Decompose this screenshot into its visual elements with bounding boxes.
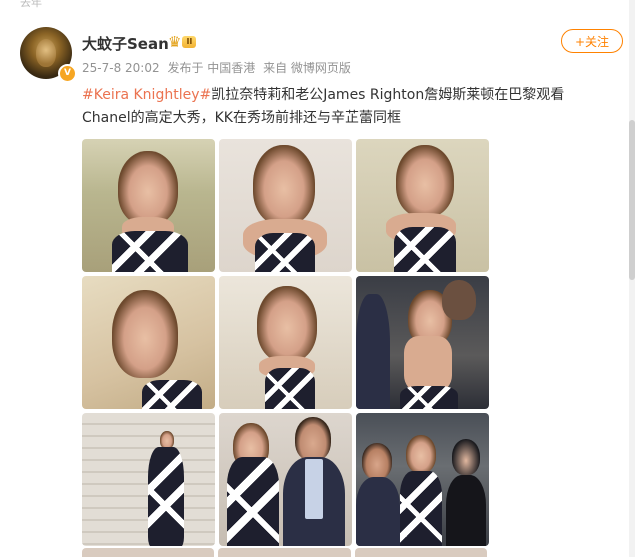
photo-6[interactable] — [356, 276, 489, 409]
topic-link[interactable]: #Keira Knightley# — [82, 87, 211, 103]
photo-3[interactable] — [356, 139, 489, 272]
photo-grid — [82, 139, 489, 546]
photo-4[interactable] — [82, 276, 215, 409]
level-badge: II — [182, 36, 197, 48]
photo-7[interactable] — [82, 413, 215, 546]
scrollbar-thumb[interactable] — [629, 120, 635, 280]
follow-button[interactable]: +关注 — [561, 29, 623, 53]
photo-9[interactable] — [356, 413, 489, 546]
next-photo-row — [82, 548, 487, 557]
post-time[interactable]: 25-7-8 20:02 — [82, 61, 160, 75]
username[interactable]: 大蚊子Sean — [82, 33, 169, 54]
post-location: 发布于 中国香港 — [167, 61, 256, 75]
verified-icon: V — [58, 64, 77, 83]
post-text: #Keira Knightley#凯拉奈特莉和老公James Righton詹姆… — [82, 84, 602, 130]
post-source: 来自 微博网页版 — [263, 61, 351, 75]
previous-post-remnant: 去年 — [20, 0, 42, 9]
post-meta: 25-7-8 20:02 发布于 中国香港 来自 微博网页版 — [82, 59, 355, 76]
photo-2[interactable] — [219, 139, 352, 272]
member-crown-icon[interactable]: ♛ II — [168, 34, 206, 50]
photo-1[interactable] — [82, 139, 215, 272]
photo-8[interactable] — [219, 413, 352, 546]
photo-5[interactable] — [219, 276, 352, 409]
